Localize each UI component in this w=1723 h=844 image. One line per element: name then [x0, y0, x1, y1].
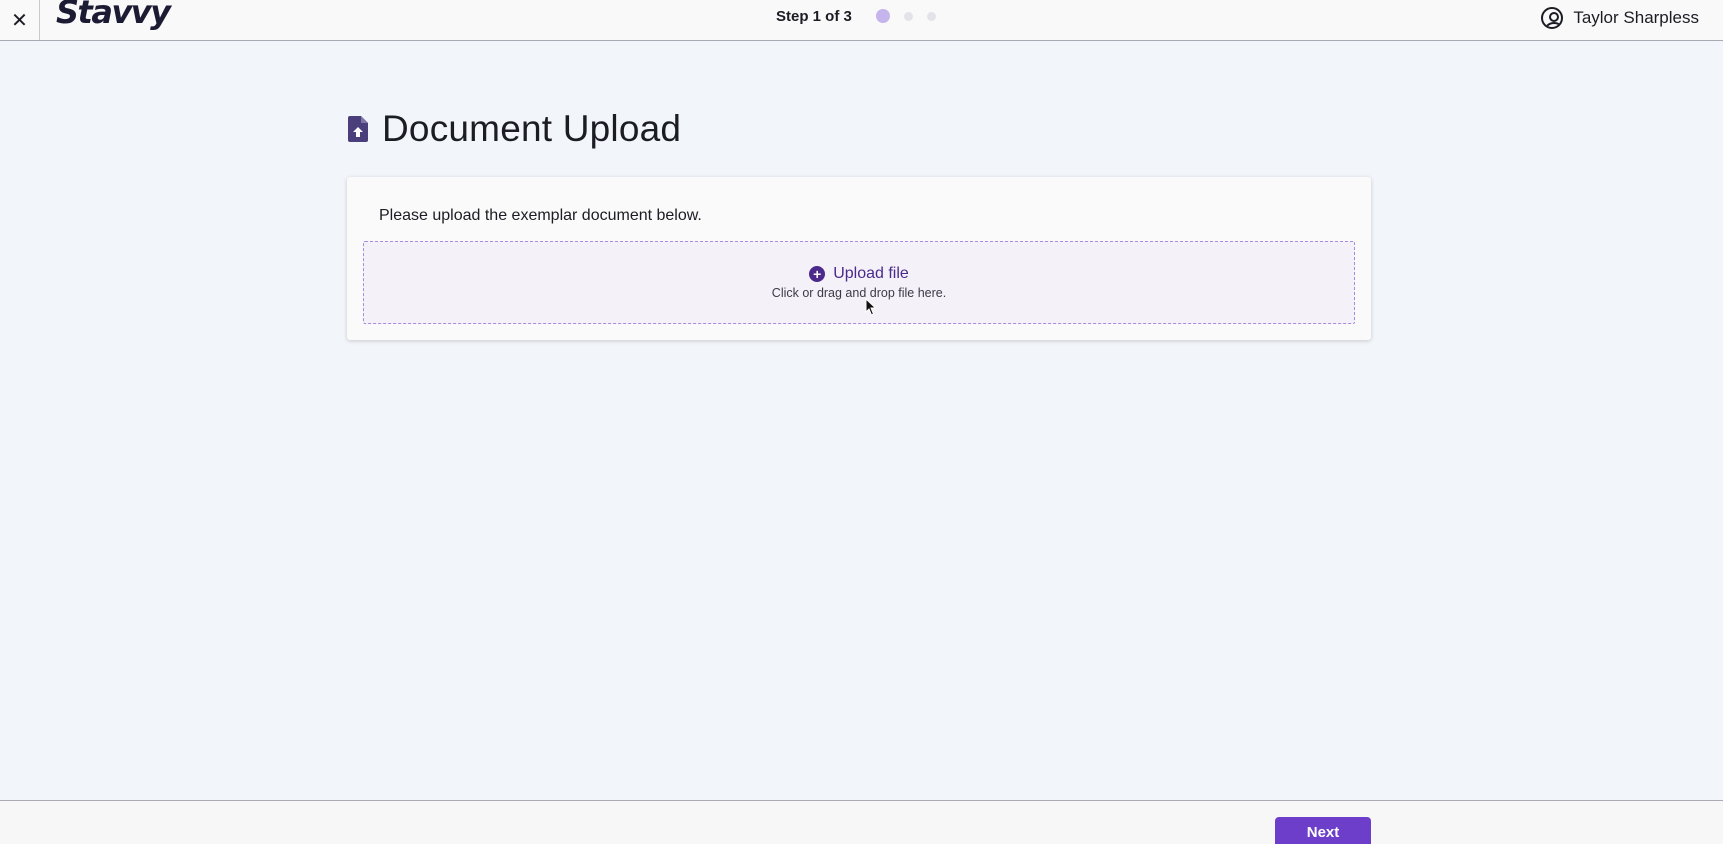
user-name: Taylor Sharpless	[1573, 8, 1699, 27]
logo: Stavvy	[56, 0, 171, 31]
mouse-cursor-icon	[865, 298, 877, 316]
file-dropzone[interactable]: + Upload file Click or drag and drop fil…	[363, 241, 1355, 324]
upload-file-button[interactable]: + Upload file	[809, 265, 909, 283]
page-title: Document Upload	[382, 108, 682, 149]
step-dot-3	[926, 11, 936, 21]
top-bar: ✕ Stavvy Step 1 of 3 Taylor Sharpless	[0, 0, 1723, 41]
next-button[interactable]: Next	[1275, 817, 1371, 844]
upload-card: Please upload the exemplar document belo…	[347, 177, 1371, 340]
footer-bar: Next	[0, 800, 1723, 844]
step-dot-2	[903, 11, 913, 21]
close-button[interactable]: ✕	[0, 0, 40, 40]
step-dots	[875, 9, 936, 23]
upload-instruction: Please upload the exemplar document belo…	[379, 207, 702, 224]
stepper: Step 1 of 3	[776, 0, 936, 32]
upload-file-label: Upload file	[833, 265, 909, 282]
close-icon: ✕	[11, 9, 28, 32]
step-dot-1	[875, 9, 890, 23]
upload-hint: Click or drag and drop file here.	[771, 286, 947, 300]
plus-circle-icon: +	[809, 266, 826, 282]
step-indicator: Step 1 of 3	[776, 7, 852, 25]
user-menu[interactable]: Taylor Sharpless	[1541, 0, 1699, 36]
file-upload-icon	[348, 116, 368, 142]
page-header: Document Upload	[348, 108, 681, 150]
user-avatar-icon	[1541, 7, 1564, 29]
